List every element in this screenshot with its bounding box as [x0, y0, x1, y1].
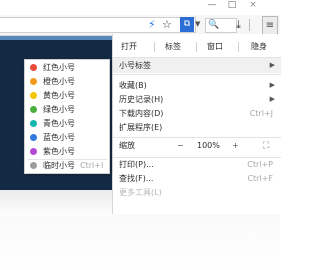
- purple-dot-icon: [30, 148, 37, 155]
- small-account-submenu: 红色小号 橙色小号 黄色小号 绿色小号 青色小号 蓝色小号 紫色小号 临时小号 …: [24, 59, 110, 174]
- orange-dot-icon: [30, 78, 37, 85]
- submenu-item-cyan[interactable]: 青色小号: [25, 117, 109, 130]
- submenu-item-label: 绿色小号: [43, 105, 75, 114]
- gray-dot-icon: [30, 162, 37, 169]
- submenu-item-green[interactable]: 绿色小号: [25, 103, 109, 116]
- submenu-item-blue[interactable]: 蓝色小号: [25, 131, 109, 144]
- main-menu-button[interactable]: ≡: [262, 16, 278, 35]
- menu-item-shortcut: Ctrl+J: [249, 109, 273, 118]
- menu-item-downloads[interactable]: 下载内容(D) Ctrl+J: [113, 106, 281, 121]
- menu-item-label: 小号标签: [119, 61, 151, 70]
- cyan-dot-icon: [30, 120, 37, 127]
- faded-page-bars: [0, 190, 112, 216]
- menu-top-buttons: 打开 标签 窗口 隐身: [113, 38, 281, 56]
- menu-item-shortcut: Ctrl+P: [247, 160, 273, 169]
- zoom-value: 100%: [197, 141, 220, 150]
- menu-item-extensions[interactable]: 扩展程序(E): [113, 120, 281, 135]
- submenu-item-label: 紫色小号: [43, 147, 75, 156]
- download-icon[interactable]: ⤓: [236, 17, 241, 32]
- window-button[interactable]: 窗口: [201, 38, 229, 56]
- menu-divider: [113, 74, 281, 75]
- submenu-item-label: 蓝色小号: [43, 133, 75, 142]
- red-dot-icon: [30, 64, 37, 71]
- menu-item-more-tools[interactable]: 更多工具(L): [113, 185, 281, 200]
- bookmark-star-icon[interactable]: ☆: [162, 17, 172, 32]
- lightning-icon[interactable]: ⚡: [148, 17, 156, 32]
- toolbar-divider: [249, 19, 250, 31]
- menu-item-label: 更多工具(L): [119, 188, 162, 197]
- browser-toolbar: ⚡ ☆ ⧉ ▼ 🔍 ⤓ ≡: [0, 15, 280, 36]
- page-header-strip: [0, 36, 113, 40]
- maximize-button[interactable]: □: [225, 0, 239, 10]
- menu-item-shortcut: Ctrl+F: [247, 174, 273, 183]
- chevron-right-icon: ▶: [269, 61, 275, 69]
- submenu-item-label: 青色小号: [43, 119, 75, 128]
- green-dot-icon: [30, 106, 37, 113]
- zoom-label: 缩放: [119, 141, 135, 150]
- main-menu: 打开 标签 窗口 隐身 小号标签 ▶ 收藏(B) ▶ 历史记录(H) ▶ 下载内…: [112, 34, 281, 214]
- open-button[interactable]: 打开: [115, 38, 143, 56]
- menu-item-label: 查找(F)...: [119, 174, 154, 183]
- menu-item-label: 扩展程序(E): [119, 123, 163, 132]
- submenu-item-red[interactable]: 红色小号: [25, 61, 109, 74]
- divider: [154, 42, 155, 52]
- incognito-button[interactable]: 隐身: [245, 38, 273, 56]
- submenu-item-label: 黄色小号: [43, 91, 75, 100]
- menu-item-small-account[interactable]: 小号标签 ▶: [113, 58, 281, 73]
- close-button[interactable]: ×: [246, 0, 260, 10]
- submenu-item-label: 红色小号: [43, 63, 75, 72]
- chevron-right-icon: ▶: [269, 95, 275, 103]
- menu-item-print[interactable]: 打印(P)... Ctrl+P: [113, 157, 281, 172]
- blue-dot-icon: [30, 134, 37, 141]
- divider: [238, 42, 239, 52]
- menu-item-favorites[interactable]: 收藏(B) ▶: [113, 78, 281, 93]
- chevron-down-icon[interactable]: ▼: [195, 17, 200, 32]
- menu-item-label: 历史记录(H): [119, 95, 164, 104]
- minimize-button[interactable]: —: [205, 0, 219, 10]
- chevron-right-icon: ▶: [269, 81, 275, 89]
- menu-item-label: 下载内容(D): [119, 109, 164, 118]
- submenu-item-label: 橙色小号: [43, 77, 75, 86]
- divider: [196, 42, 197, 52]
- zoom-out-button[interactable]: −: [177, 137, 184, 155]
- submenu-item-shortcut: Ctrl+I: [80, 161, 104, 170]
- extension-icon[interactable]: ⧉: [180, 17, 194, 32]
- tab-button[interactable]: 标签: [159, 38, 187, 56]
- yellow-dot-icon: [30, 92, 37, 99]
- menu-item-label: 打印(P)...: [119, 160, 154, 169]
- search-box[interactable]: 🔍: [205, 18, 237, 33]
- menu-item-label: 收藏(B): [119, 81, 147, 90]
- zoom-in-button[interactable]: +: [232, 137, 239, 155]
- submenu-item-label: 临时小号: [43, 161, 75, 170]
- submenu-item-purple[interactable]: 紫色小号: [25, 145, 109, 158]
- fullscreen-icon[interactable]: ⛶: [263, 137, 269, 155]
- menu-item-history[interactable]: 历史记录(H) ▶: [113, 92, 281, 107]
- submenu-item-temporary[interactable]: 临时小号 Ctrl+I: [25, 159, 109, 172]
- submenu-item-yellow[interactable]: 黄色小号: [25, 89, 109, 102]
- zoom-row: 缩放 − 100% + ⛶: [113, 137, 281, 155]
- window-title-bar: — □ ×: [0, 0, 280, 15]
- menu-item-find[interactable]: 查找(F)... Ctrl+F: [113, 171, 281, 186]
- submenu-item-orange[interactable]: 橙色小号: [25, 75, 109, 88]
